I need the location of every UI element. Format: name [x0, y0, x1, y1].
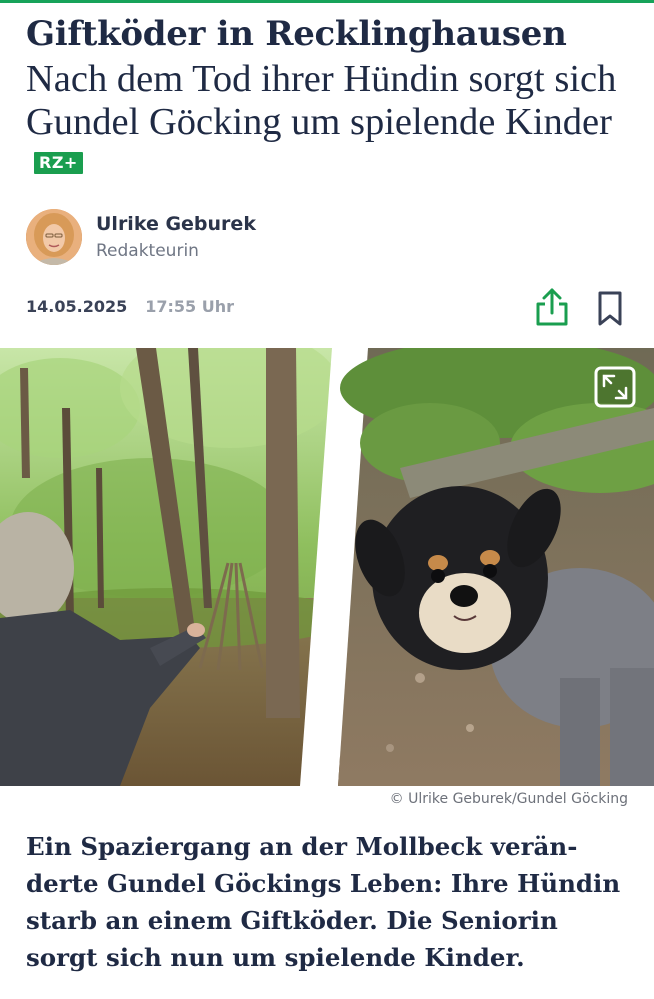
top-accent-bar: [0, 0, 654, 3]
author-avatar[interactable]: [26, 209, 82, 265]
article-hero-image[interactable]: [0, 348, 654, 786]
share-icon: [536, 288, 568, 326]
article-teaser: Ein Spaziergang an der Mollbeck verän-de…: [26, 832, 621, 972]
headline-text: Nach dem Tod ihrer Hündin sorgt sich Gun…: [26, 58, 617, 143]
bookmark-icon: [598, 291, 622, 326]
publish-time: 17:55 Uhr: [145, 297, 234, 316]
article-headline: Nach dem Tod ihrer Hündin sorgt sich Gun…: [26, 58, 636, 187]
publish-meta: 14.05.2025 17:55 Uhr: [26, 297, 234, 316]
expand-icon: [594, 366, 636, 408]
author-role: Redakteurin: [96, 241, 199, 261]
article-kicker: Giftköder in Recklinghausen: [26, 14, 567, 54]
author-name[interactable]: Ulrike Geburek: [96, 213, 256, 235]
image-credit: © Ulrike Geburek/Gundel Göcking: [389, 791, 628, 807]
author-block[interactable]: Ulrike Geburek Redakteurin: [26, 209, 426, 267]
bookmark-button[interactable]: [592, 288, 628, 330]
rz-plus-badge: RZ+: [34, 152, 83, 174]
publish-date: 14.05.2025: [26, 297, 128, 316]
expand-image-button[interactable]: [594, 366, 636, 408]
share-button[interactable]: [532, 286, 572, 330]
